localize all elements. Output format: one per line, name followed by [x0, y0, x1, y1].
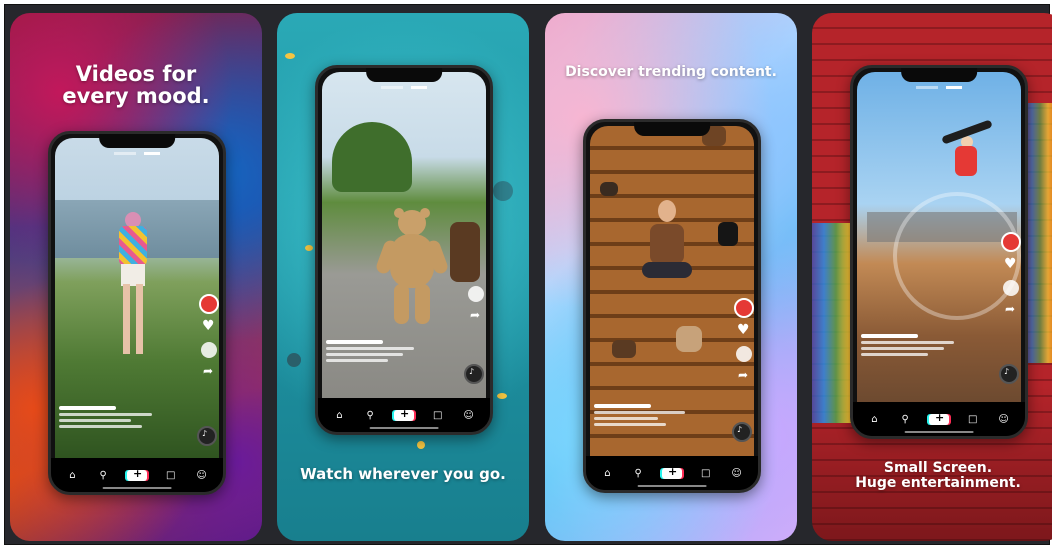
dog-shape [612, 340, 636, 358]
video-caption [59, 406, 162, 431]
share-icon[interactable] [468, 308, 484, 324]
heart-icon[interactable] [736, 322, 752, 340]
tab-for-you[interactable] [945, 86, 962, 89]
promo-caption-2: Watch wherever you go. [277, 465, 529, 483]
status-bar [61, 137, 213, 147]
feed-tabs [853, 84, 1025, 91]
caption-line: Huge entertainment. [855, 474, 1021, 491]
promo-caption-4: Small Screen. Huge entertainment. [812, 461, 1052, 490]
create-button[interactable] [126, 467, 147, 481]
profile-icon[interactable]: ☺ [195, 470, 209, 481]
video-caption [861, 334, 964, 359]
action-rail [734, 298, 754, 390]
inbox-icon[interactable]: □ [164, 470, 178, 481]
home-icon[interactable]: ⌂ [867, 414, 881, 425]
home-indicator [102, 487, 172, 489]
promo-card-1: Videos for every mood. ♥ ➦ ♪ ⌂ ⚲ + □ ☺ [10, 13, 262, 541]
action-rail [466, 286, 486, 330]
promo-card-3: Discover trending content. ♥ ➦ ♪ ⌂ ⚲ + □… [545, 13, 797, 541]
create-button[interactable] [393, 407, 414, 421]
promo-caption-1: Videos for every mood. [10, 63, 262, 107]
dancer-figure [113, 212, 153, 362]
feed-tabs [51, 150, 223, 157]
profile-icon[interactable]: ☺ [730, 468, 744, 479]
promo-caption-3: Discover trending content. [545, 65, 797, 80]
caption-line: every mood. [62, 84, 210, 109]
creator-avatar[interactable] [1001, 232, 1021, 252]
caption-line: Videos for [75, 62, 197, 86]
inbox-icon[interactable]: □ [966, 414, 980, 425]
comment-icon[interactable] [201, 342, 217, 358]
profile-icon[interactable]: ☺ [462, 410, 476, 421]
tree-shape [332, 122, 412, 192]
home-indicator [637, 485, 707, 487]
tab-following[interactable] [114, 152, 137, 155]
horse-shape [450, 222, 480, 282]
promo-card-4: ⌂ ⚲ □ ☺ Small Screen. Huge entertainment… [812, 13, 1052, 541]
create-button[interactable] [661, 465, 682, 479]
status-bar [328, 71, 480, 81]
search-icon[interactable]: ⚲ [631, 468, 645, 479]
search-icon[interactable]: ⚲ [898, 414, 912, 425]
phone-mockup: ⌂ ⚲ □ ☺ [48, 131, 226, 495]
feed-tabs [318, 84, 490, 91]
comment-icon[interactable] [736, 346, 752, 362]
action-rail [199, 294, 219, 386]
sound-disc-icon[interactable] [999, 364, 1019, 384]
home-icon[interactable]: ⌂ [600, 468, 614, 479]
home-indicator [369, 427, 439, 429]
search-icon[interactable]: ⚲ [96, 470, 110, 481]
home-icon[interactable]: ⌂ [65, 470, 79, 481]
woman-figure [642, 200, 692, 296]
status-bar [596, 125, 748, 135]
sound-disc-icon[interactable] [732, 422, 752, 442]
dog-shape [718, 222, 738, 246]
phone-mockup: ⌂ ⚲ □ ☺ [583, 119, 761, 493]
tab-for-you[interactable] [410, 86, 427, 89]
caption-line: Discover trending content. [565, 64, 777, 80]
share-icon[interactable] [1003, 302, 1019, 318]
heart-icon[interactable] [1003, 256, 1019, 274]
share-icon[interactable] [201, 364, 217, 380]
phone-mockup: ⌂ ⚲ □ ☺ [315, 65, 493, 435]
create-button[interactable] [928, 411, 949, 425]
comment-icon[interactable] [468, 286, 484, 302]
creator-avatar[interactable] [199, 294, 219, 314]
inbox-icon[interactable]: □ [699, 468, 713, 479]
dog-shape [600, 182, 618, 196]
sound-disc-icon[interactable] [464, 364, 484, 384]
dog-shape [676, 326, 702, 352]
search-icon[interactable]: ⚲ [363, 410, 377, 421]
creator-avatar[interactable] [734, 298, 754, 318]
home-indicator [904, 431, 974, 433]
tab-following[interactable] [381, 86, 404, 89]
action-rail [1001, 232, 1021, 324]
inbox-icon[interactable]: □ [431, 410, 445, 421]
caption-line: Watch wherever you go. [300, 465, 506, 483]
caption-line: Small Screen. [883, 460, 993, 476]
video-caption [326, 340, 429, 365]
comment-icon[interactable] [1003, 280, 1019, 296]
video-caption [594, 404, 697, 429]
phone-mockup: ⌂ ⚲ □ ☺ [850, 65, 1028, 439]
snowboarder-figure [941, 119, 993, 202]
teddy-bear-figure [374, 208, 450, 330]
rainbow-wall [1024, 103, 1052, 363]
tab-for-you[interactable] [143, 152, 160, 155]
share-icon[interactable] [736, 368, 752, 384]
sound-disc-icon[interactable] [197, 426, 217, 446]
screenshot-strip: Videos for every mood. ♥ ➦ ♪ ⌂ ⚲ + □ ☺ ➦… [4, 4, 1052, 545]
status-bar [863, 71, 1015, 81]
tab-following[interactable] [916, 86, 939, 89]
profile-icon[interactable]: ☺ [997, 414, 1011, 425]
home-icon[interactable]: ⌂ [332, 410, 346, 421]
promo-card-2: ⌂ ⚲ □ ☺ Watch wherever you go. [277, 13, 529, 541]
heart-icon[interactable] [201, 318, 217, 336]
